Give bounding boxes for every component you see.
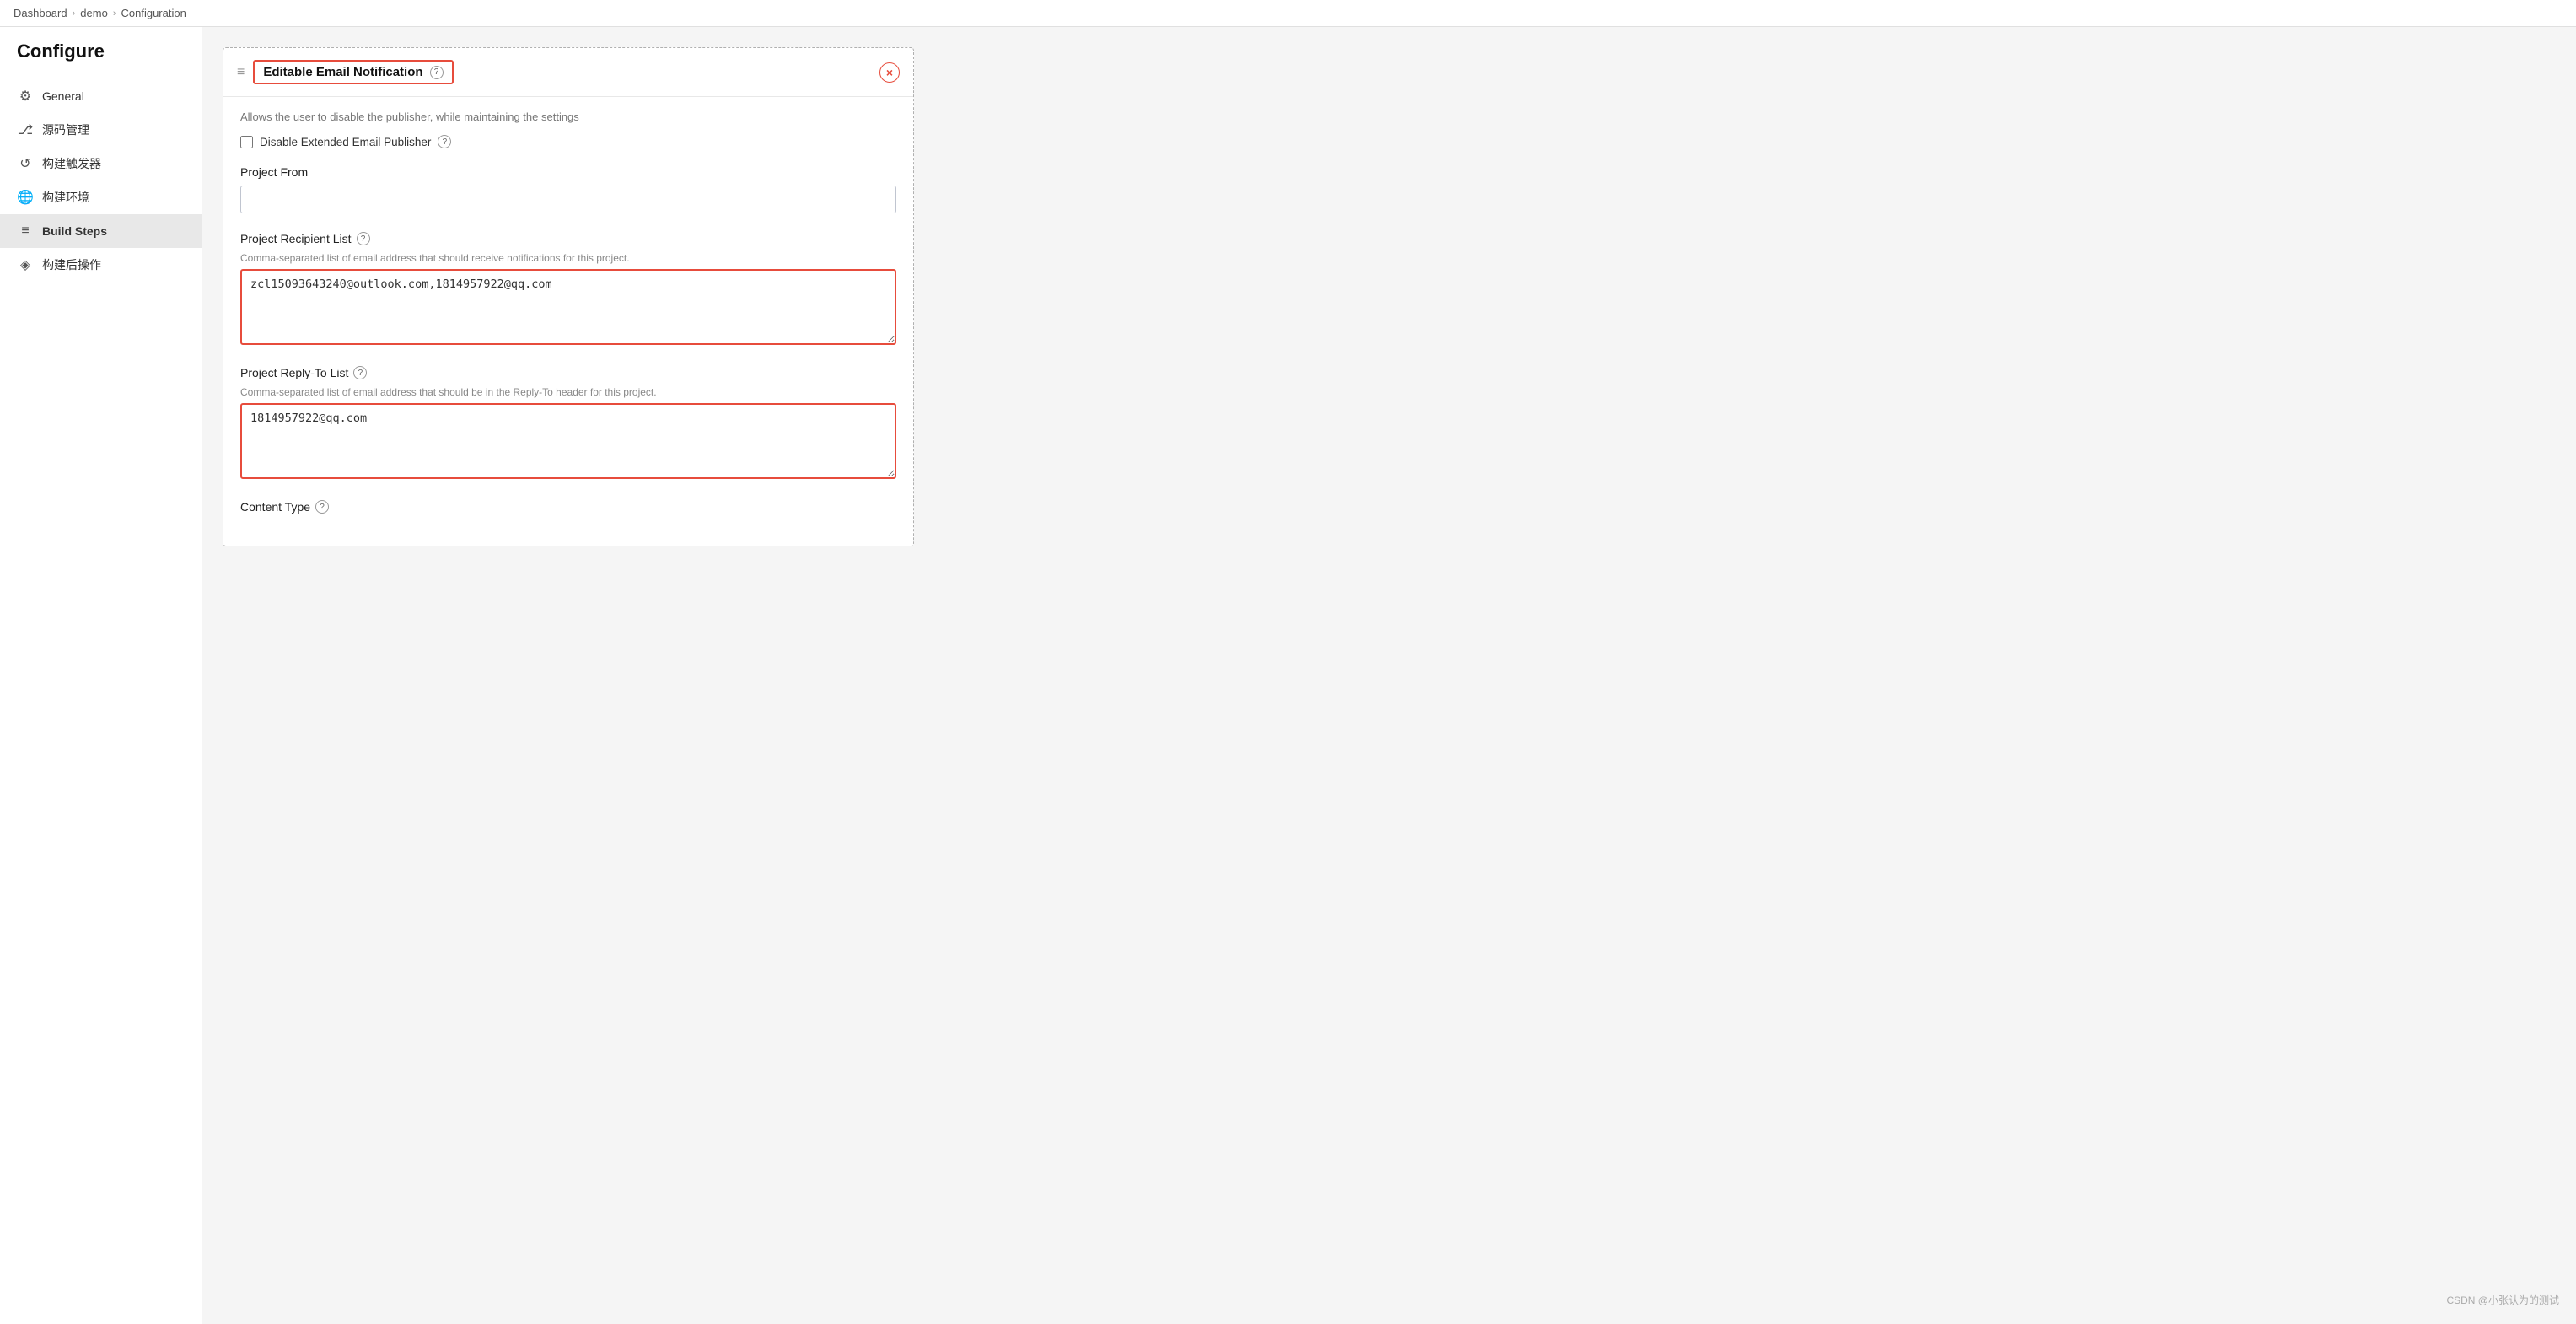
- sidebar-label-source-management: 源码管理: [42, 121, 89, 138]
- sidebar-item-build-env[interactable]: 🌐 构建环境: [0, 180, 202, 214]
- content-type-section: Content Type ?: [240, 500, 896, 514]
- sidebar-item-post-build[interactable]: ◈ 构建后操作: [0, 248, 202, 282]
- main-layout: Configure ⚙ General ⎇ 源码管理 ↺ 构建触发器 🌐 构建环…: [0, 27, 2576, 1324]
- project-from-label: Project From: [240, 165, 896, 179]
- reply-to-helper: Comma-separated list of email address th…: [240, 386, 896, 398]
- breadcrumb-sep-2: ›: [113, 8, 116, 19]
- reply-to-help-icon[interactable]: ?: [353, 366, 367, 379]
- top-bar: Dashboard › demo › Configuration: [0, 0, 2576, 27]
- sidebar-label-post-build: 构建后操作: [42, 256, 101, 273]
- disable-publisher-row: Disable Extended Email Publisher ?: [240, 135, 896, 148]
- sidebar-label-general: General: [42, 89, 84, 103]
- reply-to-label-text: Project Reply-To List: [240, 366, 348, 379]
- drag-handle-icon[interactable]: ≡: [237, 65, 245, 80]
- plugin-title-help-icon[interactable]: ?: [430, 66, 444, 79]
- breadcrumb: Dashboard › demo › Configuration: [13, 7, 186, 19]
- sidebar-item-general[interactable]: ⚙ General: [0, 79, 202, 113]
- disable-publisher-checkbox[interactable]: [240, 136, 253, 148]
- sidebar-item-build-triggers[interactable]: ↺ 构建触发器: [0, 147, 202, 180]
- content-area: ≡ Editable Email Notification ? × Allows…: [202, 27, 2576, 1324]
- sidebar: Configure ⚙ General ⎇ 源码管理 ↺ 构建触发器 🌐 构建环…: [0, 27, 202, 1324]
- disable-publisher-help-icon[interactable]: ?: [438, 135, 451, 148]
- watermark: CSDN @小张认为的测试: [2446, 1293, 2559, 1307]
- reply-to-section: Project Reply-To List ? Comma-separated …: [240, 366, 896, 482]
- content-type-label-text: Content Type: [240, 500, 310, 514]
- recipient-list-section: Project Recipient List ? Comma-separated…: [240, 232, 896, 347]
- plugin-close-button[interactable]: ×: [879, 62, 900, 83]
- sidebar-item-source-management[interactable]: ⎇ 源码管理: [0, 113, 202, 147]
- plugin-description: Allows the user to disable the publisher…: [240, 110, 896, 123]
- recipient-list-label-text: Project Recipient List: [240, 232, 352, 245]
- gear-icon: ⚙: [17, 88, 34, 105]
- disable-publisher-label[interactable]: Disable Extended Email Publisher: [260, 136, 431, 148]
- globe-icon: 🌐: [17, 189, 34, 206]
- plugin-card: ≡ Editable Email Notification ? × Allows…: [223, 47, 914, 546]
- recipient-list-help-icon[interactable]: ?: [357, 232, 370, 245]
- recipient-list-helper: Comma-separated list of email address th…: [240, 252, 896, 264]
- project-from-section: Project From: [240, 165, 896, 213]
- content-type-label: Content Type ?: [240, 500, 896, 514]
- reply-to-textarea[interactable]: 1814957922@qq.com: [240, 403, 896, 479]
- list-icon: ≡: [17, 223, 34, 240]
- plugin-body: Allows the user to disable the publisher…: [223, 97, 913, 546]
- branch-icon: ⎇: [17, 121, 34, 138]
- plugin-header: ≡ Editable Email Notification ? ×: [223, 48, 913, 97]
- sidebar-label-build-env: 构建环境: [42, 189, 89, 206]
- breadcrumb-current: Configuration: [121, 7, 186, 19]
- content-type-help-icon[interactable]: ?: [315, 500, 329, 514]
- reply-to-label: Project Reply-To List ?: [240, 366, 896, 379]
- plugin-title: Editable Email Notification: [263, 65, 422, 79]
- plugin-title-box: Editable Email Notification ?: [253, 60, 453, 84]
- project-from-input[interactable]: [240, 186, 896, 213]
- sidebar-label-build-triggers: 构建触发器: [42, 155, 101, 172]
- breadcrumb-demo[interactable]: demo: [80, 7, 108, 19]
- sidebar-label-build-steps: Build Steps: [42, 224, 107, 238]
- plugin-header-left: ≡ Editable Email Notification ?: [237, 60, 454, 84]
- breadcrumb-sep-1: ›: [73, 8, 76, 19]
- sidebar-title: Configure: [0, 40, 202, 79]
- recipient-list-textarea[interactable]: zcl15093643240@outlook.com,1814957922@qq…: [240, 269, 896, 345]
- post-build-icon: ◈: [17, 256, 34, 273]
- recipient-list-label: Project Recipient List ?: [240, 232, 896, 245]
- sidebar-item-build-steps[interactable]: ≡ Build Steps: [0, 214, 202, 248]
- app-container: Dashboard › demo › Configuration Configu…: [0, 0, 2576, 1324]
- trigger-icon: ↺: [17, 155, 34, 172]
- breadcrumb-dashboard[interactable]: Dashboard: [13, 7, 67, 19]
